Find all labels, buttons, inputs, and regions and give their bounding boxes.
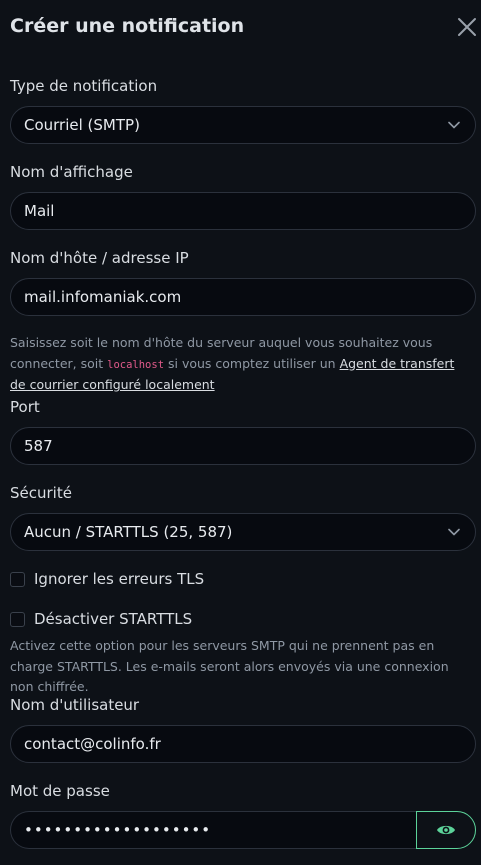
password-value: •••••••••••••••••••: [24, 821, 212, 839]
display-name-value: Mail: [24, 202, 55, 220]
port-label: Port: [10, 398, 40, 416]
disable-starttls-box[interactable]: [10, 611, 25, 627]
eye-icon: [437, 825, 455, 835]
username-input[interactable]: contact@colinfo.fr: [10, 725, 476, 763]
ignore-tls-label: Ignorer les erreurs TLS: [34, 570, 205, 588]
disable-starttls-checkbox[interactable]: Désactiver STARTTLS: [10, 610, 192, 628]
security-value: Aucun / STARTTLS (25, 587): [24, 523, 233, 541]
security-label: Sécurité: [10, 484, 72, 502]
notification-type-select[interactable]: Courriel (SMTP): [10, 106, 476, 144]
port-value: 587: [24, 437, 53, 455]
notification-type-label: Type de notification: [10, 77, 158, 95]
notification-type-value: Courriel (SMTP): [24, 116, 140, 134]
ignore-tls-checkbox[interactable]: Ignorer les erreurs TLS: [10, 570, 204, 588]
username-value: contact@colinfo.fr: [24, 735, 161, 753]
port-input[interactable]: 587: [10, 427, 476, 465]
hostname-label: Nom d'hôte / adresse IP: [10, 249, 189, 267]
chevron-down-icon: [448, 121, 460, 129]
disable-starttls-help: Activez cette option pour les serveurs S…: [10, 638, 449, 694]
localhost-code: localhost: [107, 358, 165, 371]
hostname-input[interactable]: mail.infomaniak.com: [10, 278, 476, 316]
display-name-input[interactable]: Mail: [10, 192, 476, 230]
security-select[interactable]: Aucun / STARTTLS (25, 587): [10, 513, 476, 551]
close-button[interactable]: [456, 16, 478, 38]
dialog-title: Créer une notification: [10, 15, 245, 37]
ignore-tls-box[interactable]: [10, 571, 25, 587]
password-group: •••••••••••••••••••: [10, 811, 476, 849]
chevron-down-icon: [448, 528, 460, 536]
toggle-password-visibility-button[interactable]: [416, 811, 476, 849]
hostname-value: mail.infomaniak.com: [24, 288, 182, 306]
display-name-label: Nom d'affichage: [10, 163, 133, 181]
hostname-help: Saisissez soit le nom d'hôte du serveur …: [10, 333, 472, 396]
disable-starttls-label: Désactiver STARTTLS: [34, 610, 193, 628]
password-label: Mot de passe: [10, 782, 110, 800]
username-label: Nom d'utilisateur: [10, 696, 140, 714]
close-icon: [458, 18, 476, 36]
password-input[interactable]: •••••••••••••••••••: [10, 811, 416, 849]
hostname-help-middle: si vous comptez utiliser un: [164, 355, 340, 371]
